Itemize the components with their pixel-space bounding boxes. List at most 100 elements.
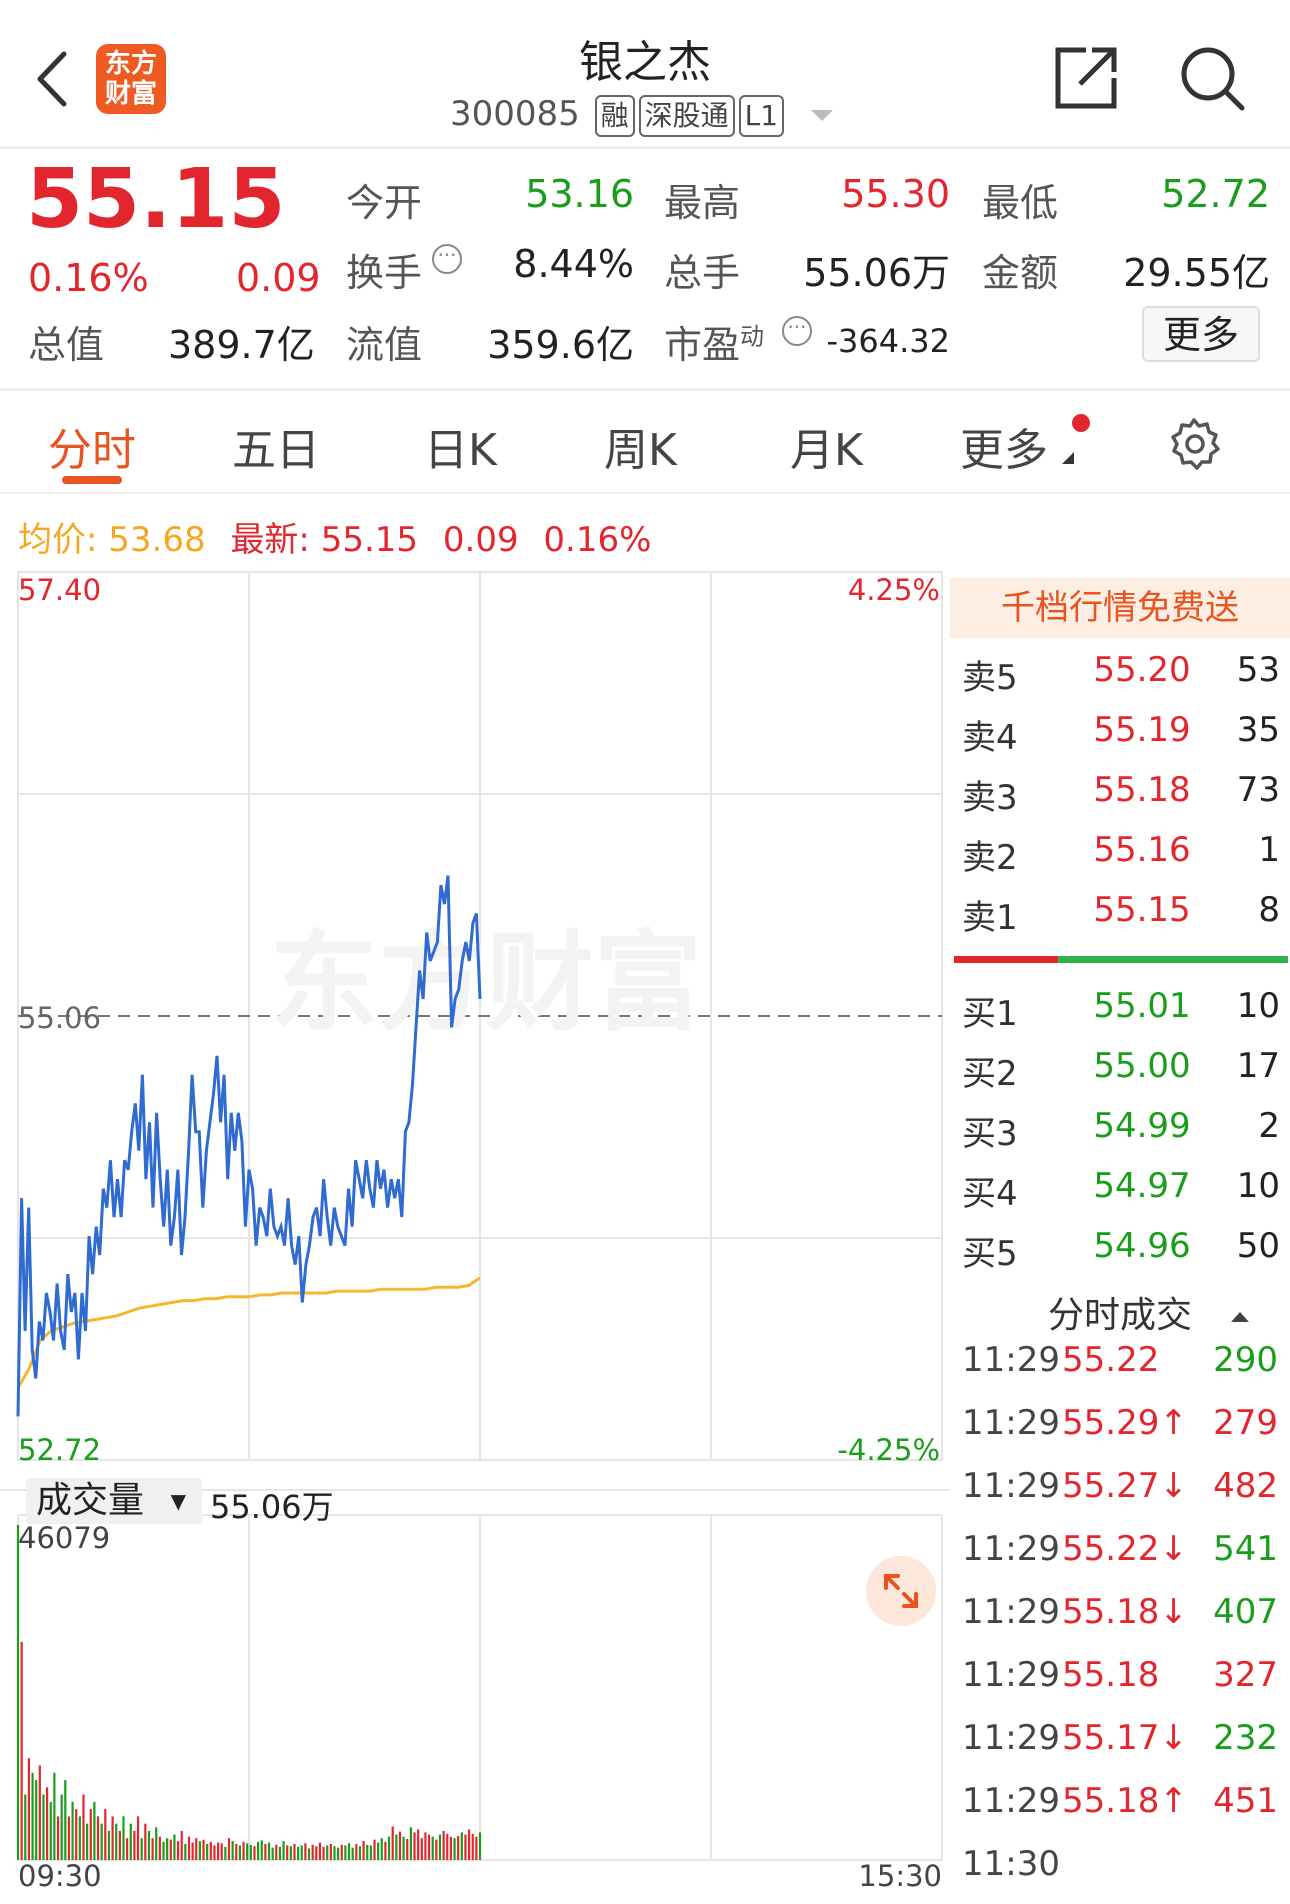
volume-bar <box>56 1816 60 1860</box>
more-button[interactable]: 更多 <box>1142 306 1260 362</box>
ask-row[interactable]: 卖4 55.19 35 <box>962 710 1280 770</box>
volume-bar <box>235 1844 238 1860</box>
volume-bar <box>20 1641 23 1860</box>
volume-bar <box>409 1827 412 1860</box>
tab-weekly-k[interactable]: 周K <box>604 414 677 478</box>
volume-bar <box>311 1844 314 1860</box>
volume-bar <box>460 1832 463 1860</box>
ask-level-label: 卖1 <box>962 898 1018 938</box>
volume-bar <box>176 1841 180 1860</box>
caret-up-icon <box>1231 1312 1250 1322</box>
volume-bar <box>475 1836 478 1860</box>
volume-selector[interactable]: 成交量 ▼ <box>26 1478 202 1524</box>
tab-more[interactable]: 更多 <box>960 414 1048 478</box>
bid-row[interactable]: 买3 54.99 2 <box>962 1106 1280 1166</box>
level2-promo-banner[interactable]: 千档行情免费送 <box>950 578 1290 638</box>
bid-level-label: 买5 <box>962 1234 1018 1274</box>
volume-axis-max: 46079 <box>18 1521 110 1555</box>
volume-bar <box>126 1838 129 1860</box>
bid-price: 54.99 <box>1093 1106 1191 1146</box>
volume-bar <box>75 1809 78 1860</box>
ask-row[interactable]: 卖2 55.16 1 <box>962 830 1280 890</box>
trades-header[interactable]: 分时成交 <box>1048 1286 1250 1338</box>
search-button[interactable] <box>1176 42 1248 114</box>
tab-bar: 分时 五日 日K 周K 月K 更多 <box>0 410 1290 490</box>
volume-bar <box>435 1839 438 1860</box>
volume-bar <box>216 1842 220 1860</box>
volume-bar <box>442 1830 445 1860</box>
volume-bar <box>238 1845 242 1860</box>
trade-time: 11:29 <box>962 1529 1060 1569</box>
ask-level-label: 卖4 <box>962 718 1018 758</box>
red-dot-badge <box>1072 414 1090 432</box>
ask-row[interactable]: 卖5 55.20 53 <box>962 650 1280 710</box>
trade-volume: 407 <box>1213 1592 1278 1632</box>
trade-volume: 232 <box>1213 1718 1278 1758</box>
trade-row: 11:29 55.18↑ 451 <box>962 1781 1278 1841</box>
trade-time: 11:29 <box>962 1718 1060 1758</box>
volume-bar <box>369 1845 372 1860</box>
volume-bar <box>104 1809 107 1860</box>
price-axis-top: 57.40 <box>18 573 101 607</box>
ask-volume: 53 <box>1236 650 1280 690</box>
ask-level-label: 卖2 <box>962 838 1018 878</box>
volume-bar <box>366 1844 369 1860</box>
bid-volume: 2 <box>1258 1106 1280 1146</box>
price-axis-mid: 55.06 <box>18 1001 101 1035</box>
volume-bar <box>96 1816 100 1860</box>
gear-icon <box>1171 418 1220 470</box>
ask-row[interactable]: 卖1 55.15 8 <box>962 890 1280 950</box>
divider <box>0 146 1290 149</box>
volume-bar <box>64 1780 67 1860</box>
volume-total: 55.06万 <box>210 1488 334 1526</box>
volume-bar <box>347 1843 351 1860</box>
share-button[interactable] <box>1050 42 1122 114</box>
volume-bar <box>420 1838 423 1860</box>
tab-monthly-k[interactable]: 月K <box>790 414 863 478</box>
bid-row[interactable]: 买4 54.97 10 <box>962 1166 1280 1226</box>
expand-chart-button[interactable] <box>866 1556 936 1626</box>
tab-divider <box>0 492 1290 494</box>
tab-intraday[interactable]: 分时 <box>48 414 136 478</box>
volume-bar <box>187 1836 191 1860</box>
price-chart[interactable]: 东方财富 57.40 55.06 52.72 4.25% -4.25% 4607… <box>0 560 950 1894</box>
trade-price: 55.27↓ <box>1062 1466 1188 1506</box>
volume-bar <box>16 1525 20 1860</box>
bid-ask-ratio-bar <box>954 956 1288 963</box>
trade-time: 11:29 <box>962 1466 1060 1506</box>
bid-row[interactable]: 买1 55.01 10 <box>962 986 1280 1046</box>
tab-daily-k[interactable]: 日K <box>424 414 497 478</box>
ask-volume: 73 <box>1236 770 1280 810</box>
tab-5day[interactable]: 五日 <box>232 414 320 478</box>
volume-bar <box>438 1834 442 1860</box>
volume-bar <box>42 1794 45 1860</box>
volume-bar <box>471 1833 474 1860</box>
ask-volume: 35 <box>1236 710 1280 750</box>
trade-time: 11:29 <box>962 1340 1060 1380</box>
volume-label: 总手 <box>664 251 741 295</box>
volume-bar <box>380 1838 383 1860</box>
settings-button[interactable] <box>1166 416 1222 472</box>
volume-bar <box>318 1842 322 1860</box>
bid-row[interactable]: 买2 55.00 17 <box>962 1046 1280 1106</box>
volume-bar <box>358 1846 362 1860</box>
trade-price: 55.29↑ <box>1062 1403 1188 1443</box>
volume-bar <box>53 1772 56 1860</box>
trade-price: 55.22 <box>1062 1340 1160 1380</box>
volume-bar <box>82 1794 85 1860</box>
pe-label: 市盈动 <box>664 314 764 369</box>
info-icon[interactable]: ··· <box>432 244 462 274</box>
amount-label: 金额 <box>982 251 1059 295</box>
bid-level-label: 买1 <box>962 994 1018 1034</box>
ask-row[interactable]: 卖3 55.18 73 <box>962 770 1280 830</box>
bid-row[interactable]: 买5 54.96 50 <box>962 1226 1280 1286</box>
trade-price: 55.22↓ <box>1062 1529 1188 1569</box>
volume-bar <box>275 1844 278 1860</box>
volume-bar <box>202 1839 205 1860</box>
stock-subtitle[interactable]: 300085 融深股通 L1 <box>450 94 833 138</box>
dropdown-icon: ▼ <box>170 1489 186 1513</box>
latest-value: 55.15 <box>320 520 419 560</box>
volume-bar <box>224 1846 227 1860</box>
bid-price: 54.97 <box>1093 1166 1191 1206</box>
section-divider <box>0 388 1290 391</box>
